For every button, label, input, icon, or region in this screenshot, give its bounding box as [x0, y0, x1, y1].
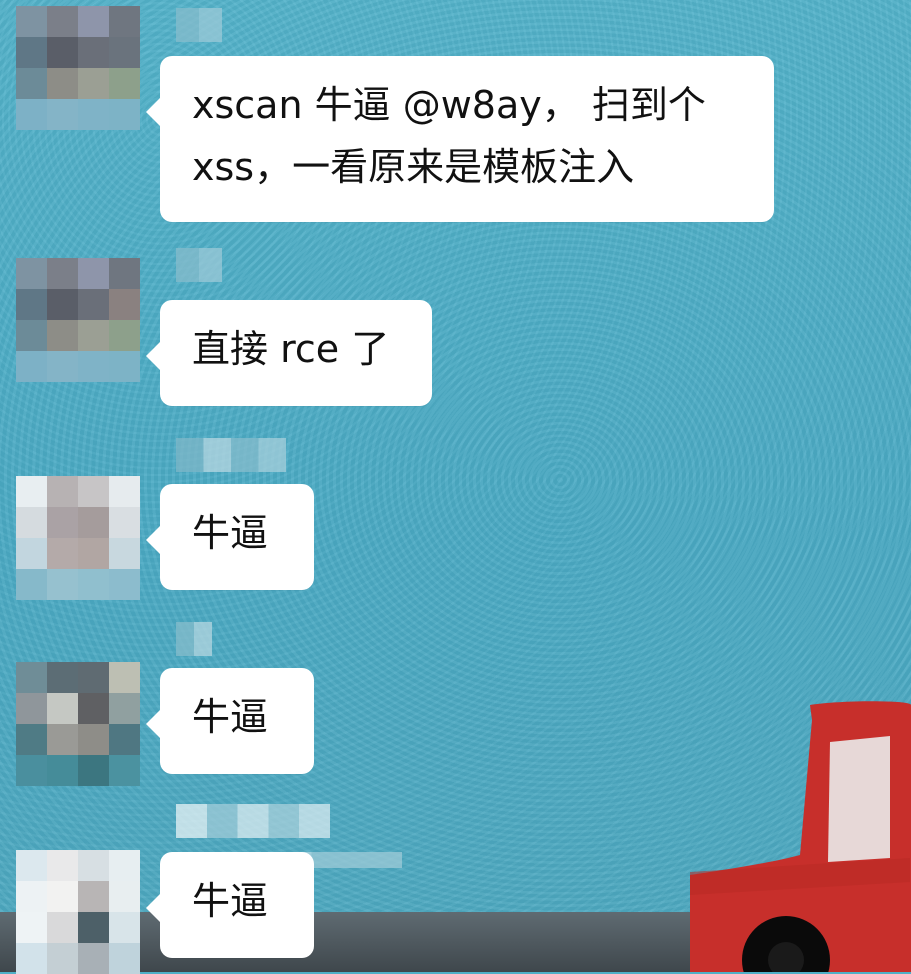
sender-name-blur-3 — [176, 438, 286, 472]
sender-name-blur-4 — [176, 622, 212, 656]
message-4-text: 牛逼 — [192, 695, 269, 739]
avatar-user-2[interactable] — [16, 258, 140, 382]
avatar-user-4[interactable] — [16, 662, 140, 786]
message-bubble-1[interactable]: xscan 牛逼 @w8ay， 扫到个 xss，一看原来是模板注入 — [146, 56, 774, 222]
message-2-text: 直接 rce 了 — [192, 327, 390, 371]
avatar-user-5[interactable] — [16, 850, 140, 974]
avatar-user-3[interactable] — [16, 476, 140, 600]
message-5-text: 牛逼 — [192, 879, 269, 923]
sender-name-blur-1 — [176, 8, 222, 42]
message-bubble-4[interactable]: 牛逼 — [146, 668, 314, 774]
message-1-line-2: xss，一看原来是模板注入 — [192, 145, 635, 189]
message-bubble-2[interactable]: 直接 rce 了 — [146, 300, 432, 406]
message-1-line-1: xscan 牛逼 @w8ay， 扫到个 — [192, 83, 706, 127]
message-bubble-5[interactable]: 牛逼 — [146, 852, 314, 958]
sender-name-blur-5 — [176, 804, 330, 838]
avatar-user-1[interactable] — [16, 6, 140, 130]
message-bubble-3[interactable]: 牛逼 — [146, 484, 314, 590]
message-3-text: 牛逼 — [192, 511, 269, 555]
sender-name-blur-2 — [176, 248, 222, 282]
